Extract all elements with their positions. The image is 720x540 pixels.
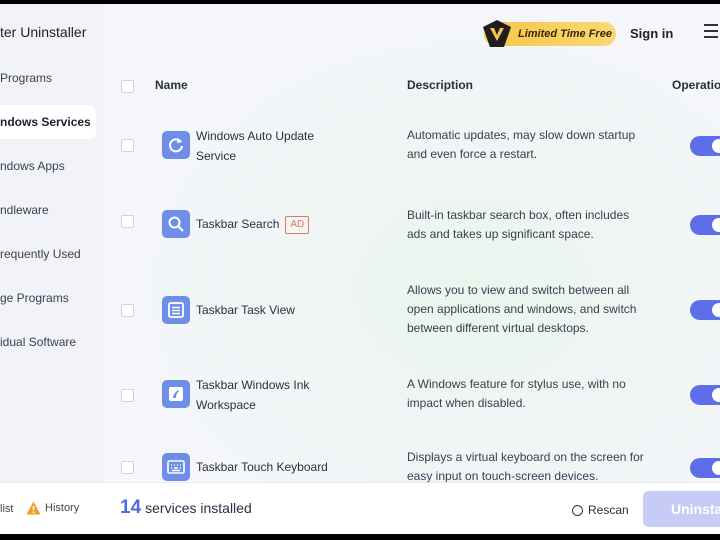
ad-tag: AD bbox=[285, 215, 310, 234]
table-header: Name Description Operatio bbox=[104, 74, 720, 98]
limited-time-free-badge[interactable]: Limited Time Free bbox=[483, 20, 616, 47]
refresh-icon bbox=[162, 131, 190, 159]
service-description: A Windows feature for stylus use, with n… bbox=[407, 377, 626, 410]
row-checkbox[interactable] bbox=[121, 461, 134, 474]
table-row: Taskbar Windows Ink Workspace A Windows … bbox=[104, 368, 720, 428]
service-name: Taskbar Task View bbox=[196, 303, 295, 317]
service-description: Allows you to view and switch between al… bbox=[407, 283, 637, 335]
service-name: Taskbar Touch Keyboard bbox=[196, 460, 328, 474]
services-count-number: 14 bbox=[120, 497, 142, 518]
sign-in-link[interactable]: Sign in bbox=[630, 26, 673, 41]
table-row: Taskbar Task View Allows you to view and… bbox=[104, 276, 720, 356]
vip-logo-icon bbox=[483, 20, 511, 47]
uninstall-button[interactable]: Uninstall bbox=[643, 491, 720, 527]
service-toggle[interactable] bbox=[690, 458, 720, 478]
search-icon bbox=[162, 210, 190, 238]
services-count: 14 services installed bbox=[120, 497, 252, 519]
row-checkbox[interactable] bbox=[121, 215, 134, 228]
service-name-wrap: Taskbar Search AD bbox=[196, 214, 336, 234]
service-description: Built-in taskbar search box, often inclu… bbox=[407, 208, 630, 241]
hamburger-menu-icon[interactable] bbox=[704, 24, 718, 40]
history-link[interactable]: History bbox=[26, 501, 79, 515]
service-toggle[interactable] bbox=[690, 136, 720, 156]
service-toggle[interactable] bbox=[690, 300, 720, 320]
row-checkbox[interactable] bbox=[121, 139, 134, 152]
column-header-name[interactable]: Name bbox=[155, 78, 188, 92]
main-panel: Limited Time Free Sign in Name Descripti… bbox=[104, 4, 720, 483]
column-header-description: Description bbox=[407, 78, 474, 92]
app-title: ter Uninstaller bbox=[0, 24, 87, 40]
service-toggle[interactable] bbox=[690, 385, 720, 405]
app-window: ter Uninstaller Programs ndows Services … bbox=[0, 4, 720, 534]
rescan-label: Rescan bbox=[588, 503, 629, 517]
service-toggle[interactable] bbox=[690, 215, 720, 235]
history-label: History bbox=[45, 501, 80, 514]
table-row: Taskbar Search AD Built-in taskbar search… bbox=[104, 200, 720, 260]
service-name: Windows Auto Update Service bbox=[196, 129, 315, 163]
badge-label: Limited Time Free bbox=[518, 28, 612, 40]
service-name: Taskbar Windows Ink Workspace bbox=[196, 378, 310, 412]
sidebar-item-residual-software[interactable]: idual Software bbox=[0, 325, 96, 359]
service-description: Automatic updates, may slow down startup… bbox=[407, 128, 636, 161]
keyboard-icon bbox=[162, 453, 190, 481]
rescan-button[interactable]: Rescan bbox=[572, 503, 629, 517]
sidebar-item-windows-services[interactable]: ndows Services bbox=[0, 105, 96, 139]
task-view-icon bbox=[162, 296, 190, 324]
select-all-checkbox[interactable] bbox=[121, 80, 134, 93]
sidebar-item-frequently-used[interactable]: requently Used bbox=[0, 237, 96, 271]
row-checkbox[interactable] bbox=[121, 389, 134, 402]
column-header-operation: Operatio bbox=[672, 78, 720, 92]
footer-bar: list History 14 services installed Rescan… bbox=[0, 482, 720, 534]
sidebar-item-programs[interactable]: Programs bbox=[0, 61, 96, 95]
sidebar-item-large-programs[interactable]: ge Programs bbox=[0, 281, 96, 315]
list-link[interactable]: list bbox=[0, 503, 13, 515]
warning-icon bbox=[26, 501, 41, 515]
row-checkbox[interactable] bbox=[121, 304, 134, 317]
rescan-icon bbox=[572, 505, 583, 517]
ink-icon bbox=[162, 380, 190, 408]
services-count-label: services installed bbox=[145, 500, 252, 516]
service-description: Displays a virtual keyboard on the scree… bbox=[407, 450, 644, 483]
table-row: Windows Auto Update Service Automatic up… bbox=[104, 124, 720, 184]
sidebar: ter Uninstaller Programs ndows Services … bbox=[0, 4, 104, 482]
sidebar-item-bundleware[interactable]: ndleware bbox=[0, 193, 96, 227]
sidebar-item-windows-apps[interactable]: ndows Apps bbox=[0, 149, 96, 183]
service-name: Taskbar Search bbox=[196, 217, 280, 231]
